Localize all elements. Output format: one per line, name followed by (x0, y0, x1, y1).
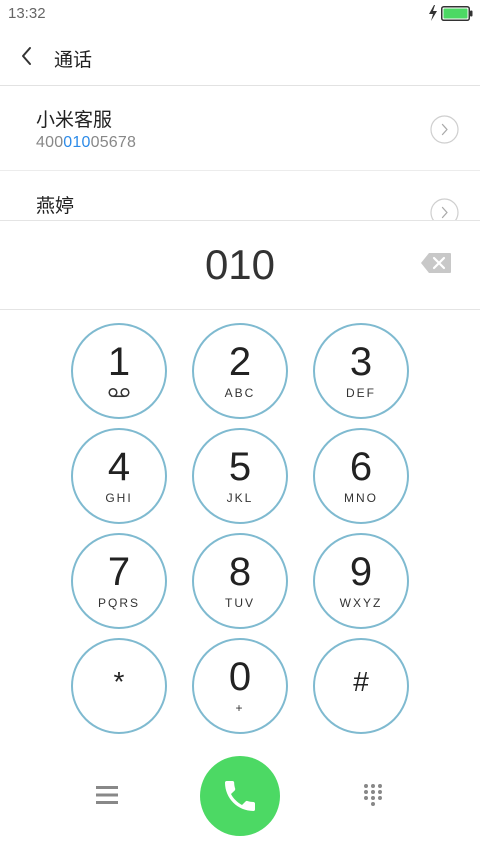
key-digit: 6 (349, 445, 373, 489)
back-icon[interactable] (14, 41, 42, 71)
key-letters: JKL (226, 491, 254, 505)
key-letters: WXYZ (339, 596, 383, 610)
key-digit: 3 (349, 340, 373, 384)
key-6[interactable]: 6 MNO (313, 428, 409, 524)
call-button[interactable] (200, 756, 280, 836)
key-5[interactable]: 5 JKL (192, 428, 288, 524)
key-4[interactable]: 4 GHI (71, 428, 167, 524)
key-digit: 4 (107, 445, 131, 489)
menu-icon[interactable] (96, 785, 118, 805)
chevron-right-icon[interactable] (430, 115, 459, 144)
key-digit: 7 (107, 550, 131, 594)
key-2[interactable]: 2 ABC (192, 323, 288, 419)
contact-name: 小米客服 (36, 110, 113, 131)
key-digit: 8 (228, 550, 252, 594)
contact-item[interactable]: 小米客服 40001005678 (0, 87, 480, 171)
key-digit: 1 (107, 340, 131, 384)
number-display: 010 (0, 220, 480, 310)
status-bar: 13:32 (0, 0, 480, 28)
page-title: 通话 (54, 50, 93, 71)
key-1[interactable]: 1 (71, 323, 167, 419)
keypad-icon[interactable] (362, 783, 384, 807)
header: 通话 (0, 28, 480, 86)
key-digit: 0 (228, 655, 252, 699)
battery-icon (441, 6, 473, 21)
key-letters: GHI (105, 491, 133, 505)
key-digit: 9 (349, 550, 373, 594)
key-0[interactable]: 0 + (192, 638, 288, 734)
contact-number: 40001005678 (36, 134, 136, 152)
key-digit: * (113, 666, 125, 697)
phone-icon (225, 781, 255, 811)
number-part: 400 (36, 134, 64, 151)
key-letters: + (235, 701, 245, 715)
key-digit: 2 (228, 340, 252, 384)
key-7[interactable]: 7 PQRS (71, 533, 167, 629)
contact-item[interactable]: 燕婷 (0, 172, 480, 220)
key-8[interactable]: 8 TUV (192, 533, 288, 629)
dialed-number: 010 (204, 241, 276, 288)
key-letters: ABC (224, 386, 256, 400)
key-3[interactable]: 3 DEF (313, 323, 409, 419)
bolt-icon (429, 5, 437, 21)
contact-name: 燕婷 (36, 196, 75, 217)
backspace-icon[interactable] (420, 252, 452, 274)
chevron-right-icon[interactable] (430, 198, 459, 220)
number-part: 05678 (90, 134, 137, 151)
key-9[interactable]: 9 WXYZ (313, 533, 409, 629)
key-letters: TUV (225, 596, 255, 610)
status-time: 13:32 (8, 5, 46, 22)
key-letters: PQRS (97, 596, 140, 610)
key-digit: 5 (228, 445, 252, 489)
key-letters: MNO (344, 491, 378, 505)
key-hash[interactable]: # (313, 638, 409, 734)
number-match-highlight: 010 (63, 134, 91, 151)
key-star[interactable]: * (71, 638, 167, 734)
key-letters: DEF (346, 386, 376, 400)
key-digit: # (353, 666, 369, 697)
voicemail-icon (108, 387, 130, 398)
